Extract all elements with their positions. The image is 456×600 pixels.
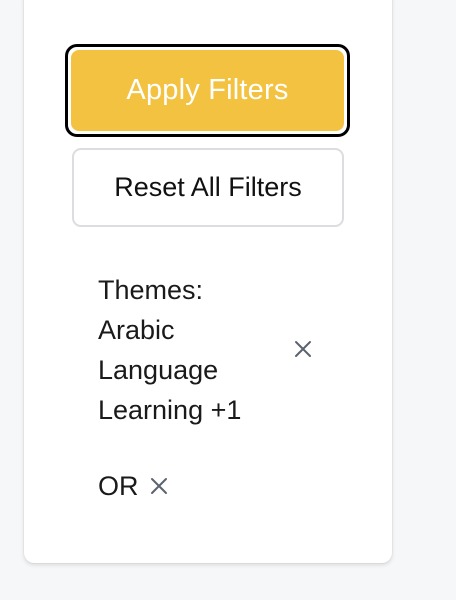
remove-themes-filter-close-icon[interactable]	[293, 339, 313, 359]
apply-filters-label: Apply Filters	[71, 50, 344, 131]
active-filter-operator-label: OR	[98, 471, 139, 501]
remove-operator-close-icon[interactable]	[149, 476, 169, 496]
active-filter-chip-operator: OR	[98, 466, 139, 506]
reset-all-filters-button[interactable]: Reset All Filters	[72, 148, 344, 227]
apply-filters-button[interactable]: Apply Filters	[65, 44, 350, 137]
active-filter-themes-label: Themes: Arabic Language Learning +1	[98, 275, 242, 425]
